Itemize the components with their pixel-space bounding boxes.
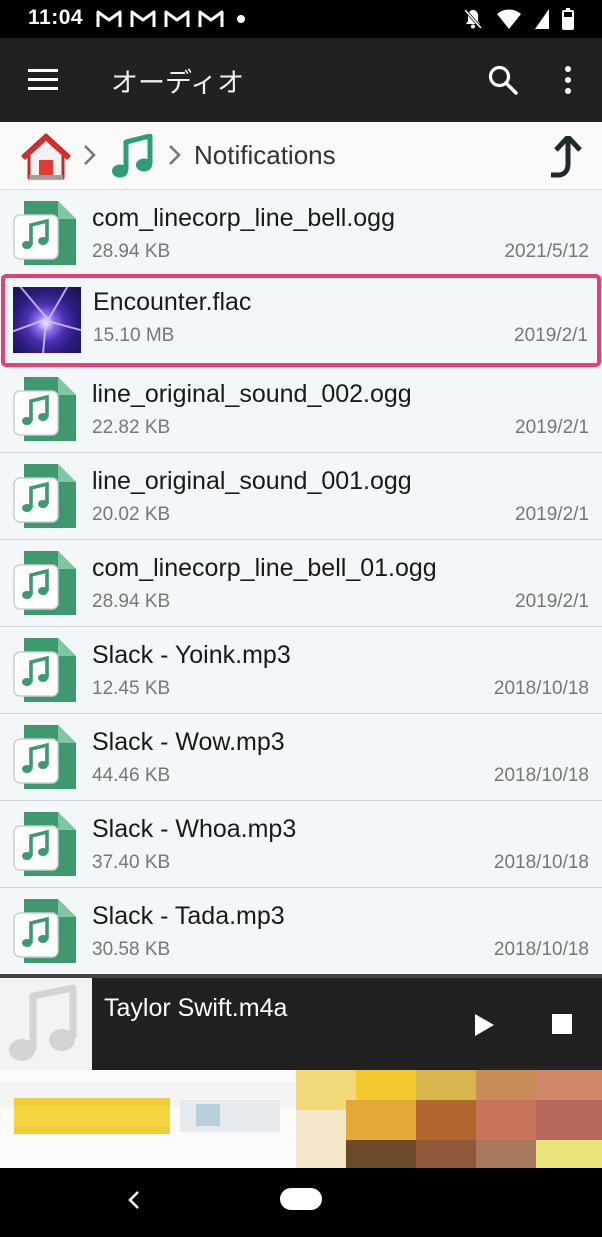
status-bar: 11:04	[0, 0, 602, 38]
file-date: 2019/2/1	[514, 325, 588, 346]
gmail-notification-icon	[96, 10, 122, 27]
search-icon[interactable]	[487, 64, 519, 96]
music-note-icon	[9, 984, 77, 1061]
do-not-disturb-bell-icon	[463, 9, 483, 29]
file-name: com_linecorp_line_bell_01.ogg	[92, 554, 437, 582]
file-size: 22.82 KB	[92, 417, 171, 438]
file-name: com_linecorp_line_bell.ogg	[92, 204, 395, 232]
page-title: オーディオ	[111, 68, 245, 99]
file-size: 15.10 MB	[93, 325, 175, 346]
ad-banner[interactable]	[0, 1070, 602, 1168]
file-name: Slack - Whoa.mp3	[92, 815, 297, 843]
home-pill[interactable]	[280, 1188, 322, 1210]
audio-file-icon	[13, 464, 76, 528]
menu-icon[interactable]	[28, 68, 58, 92]
album-art-thumbnail	[13, 287, 81, 353]
file-date: 2018/10/18	[493, 939, 589, 960]
file-size: 30.58 KB	[92, 939, 171, 960]
file-date: 2021/5/12	[504, 241, 589, 262]
more-notifications-dot	[237, 15, 245, 23]
notification-icons	[96, 9, 224, 29]
file-row[interactable]: line_original_sound_002.ogg 22.82 KB 201…	[0, 366, 602, 453]
file-size: 44.46 KB	[92, 765, 171, 786]
signal-icon	[535, 9, 549, 29]
file-size: 28.94 KB	[92, 241, 171, 262]
system-nav-bar	[0, 1168, 602, 1237]
audio-file-icon	[13, 551, 76, 615]
status-time: 11:04	[28, 6, 84, 29]
file-row[interactable]: line_original_sound_001.ogg 20.02 KB 201…	[0, 453, 602, 540]
file-date: 2019/2/1	[515, 504, 589, 525]
file-size: 28.94 KB	[92, 591, 171, 612]
file-name: Slack - Wow.mp3	[92, 728, 285, 756]
gmail-notification-icon	[164, 10, 190, 27]
file-name: line_original_sound_001.ogg	[92, 467, 412, 495]
file-row-selected[interactable]: Encounter.flac 15.10 MB 2019/2/1	[1, 274, 601, 367]
file-size: 20.02 KB	[92, 504, 171, 525]
file-date: 2018/10/18	[493, 765, 589, 786]
home-icon[interactable]	[20, 132, 72, 180]
play-icon[interactable]	[472, 1012, 496, 1038]
audio-file-icon	[13, 201, 76, 265]
file-name: Encounter.flac	[93, 288, 252, 316]
file-date: 2018/10/18	[493, 852, 589, 873]
file-date: 2019/2/1	[515, 417, 589, 438]
file-date: 2019/2/1	[515, 591, 589, 612]
file-date: 2018/10/18	[493, 678, 589, 699]
file-row[interactable]: com_linecorp_line_bell.ogg 28.94 KB 2021…	[0, 190, 602, 277]
file-row[interactable]: Slack - Tada.mp3 30.58 KB 2018/10/18	[0, 888, 602, 974]
audio-file-icon	[13, 725, 76, 789]
audio-file-icon	[13, 812, 76, 876]
music-folder-icon[interactable]	[110, 134, 154, 180]
battery-icon	[562, 8, 574, 30]
system-status-icons	[462, 8, 574, 30]
breadcrumb: Notifications	[0, 122, 602, 190]
audio-file-icon	[13, 899, 76, 963]
file-name: Slack - Yoink.mp3	[92, 641, 291, 669]
file-size: 37.40 KB	[92, 852, 171, 873]
gmail-notification-icon	[198, 10, 224, 27]
parent-folder-up-icon[interactable]	[548, 136, 582, 178]
file-size: 12.45 KB	[92, 678, 171, 699]
more-options-icon[interactable]	[556, 64, 580, 96]
app-bar: オーディオ	[0, 38, 602, 122]
stop-icon[interactable]	[552, 1014, 572, 1034]
back-icon[interactable]	[124, 1186, 144, 1214]
mini-player[interactable]: Taylor Swift.m4a	[0, 974, 602, 1070]
file-row[interactable]: Slack - Whoa.mp3 37.40 KB 2018/10/18	[0, 801, 602, 888]
file-name: Slack - Tada.mp3	[92, 902, 285, 930]
chevron-right-icon	[84, 145, 96, 165]
player-album-art	[0, 978, 92, 1070]
file-row[interactable]: com_linecorp_line_bell_01.ogg 28.94 KB 2…	[0, 540, 602, 627]
file-list: com_linecorp_line_bell.ogg 28.94 KB 2021…	[0, 190, 602, 974]
now-playing-title: Taylor Swift.m4a	[104, 994, 288, 1022]
file-name: line_original_sound_002.ogg	[92, 380, 412, 408]
chevron-right-icon	[169, 145, 181, 165]
file-row[interactable]: Slack - Yoink.mp3 12.45 KB 2018/10/18	[0, 627, 602, 714]
audio-file-icon	[13, 377, 76, 441]
breadcrumb-current-folder[interactable]: Notifications	[194, 140, 336, 171]
file-row[interactable]: Slack - Wow.mp3 44.46 KB 2018/10/18	[0, 714, 602, 801]
gmail-notification-icon	[130, 10, 156, 27]
audio-file-icon	[13, 638, 76, 702]
wifi-icon	[497, 9, 521, 29]
